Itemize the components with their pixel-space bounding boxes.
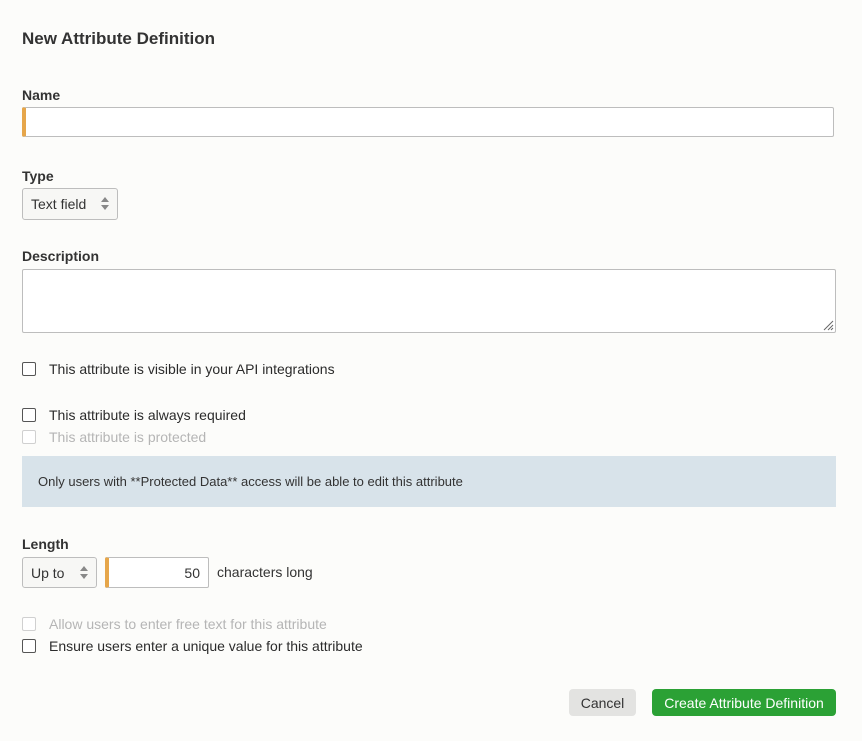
description-label: Description — [22, 248, 100, 264]
always-required-label: This attribute is always required — [49, 407, 246, 423]
free-text-row: Allow users to enter free text for this … — [22, 616, 327, 632]
type-select-value: Text field — [31, 196, 87, 212]
type-label: Type — [22, 168, 54, 184]
protected-row: This attribute is protected — [22, 429, 206, 445]
length-suffix-label: characters long — [217, 564, 313, 580]
api-visible-label: This attribute is visible in your API in… — [49, 361, 335, 377]
select-arrows-icon — [101, 197, 109, 210]
info-banner-text: Only users with **Protected Data** acces… — [38, 474, 463, 489]
length-label: Length — [22, 536, 69, 552]
name-input[interactable] — [22, 107, 834, 137]
unique-value-checkbox[interactable] — [22, 639, 36, 653]
length-mode-value: Up to — [31, 564, 65, 581]
protected-info-banner: Only users with **Protected Data** acces… — [22, 456, 836, 507]
always-required-checkbox[interactable] — [22, 408, 36, 422]
type-select[interactable]: Text field — [22, 188, 118, 220]
free-text-label: Allow users to enter free text for this … — [49, 616, 327, 632]
free-text-checkbox — [22, 617, 36, 631]
protected-checkbox — [22, 430, 36, 444]
dialog-title: New Attribute Definition — [22, 29, 215, 48]
always-required-row[interactable]: This attribute is always required — [22, 407, 246, 423]
description-textarea[interactable] — [22, 269, 836, 333]
api-visible-row[interactable]: This attribute is visible in your API in… — [22, 361, 335, 377]
length-input[interactable] — [105, 557, 209, 588]
select-arrows-icon — [80, 566, 88, 579]
protected-label: This attribute is protected — [49, 429, 207, 445]
api-visible-checkbox[interactable] — [22, 362, 36, 376]
length-mode-select[interactable]: Up to — [22, 557, 97, 588]
cancel-button[interactable]: Cancel — [569, 689, 636, 716]
create-attribute-button[interactable]: Create Attribute Definition — [652, 689, 836, 716]
name-label: Name — [22, 87, 61, 103]
unique-value-row[interactable]: Ensure users enter a unique value for th… — [22, 638, 363, 654]
resize-handle-icon[interactable] — [822, 319, 834, 331]
unique-value-label: Ensure users enter a unique value for th… — [49, 638, 363, 654]
